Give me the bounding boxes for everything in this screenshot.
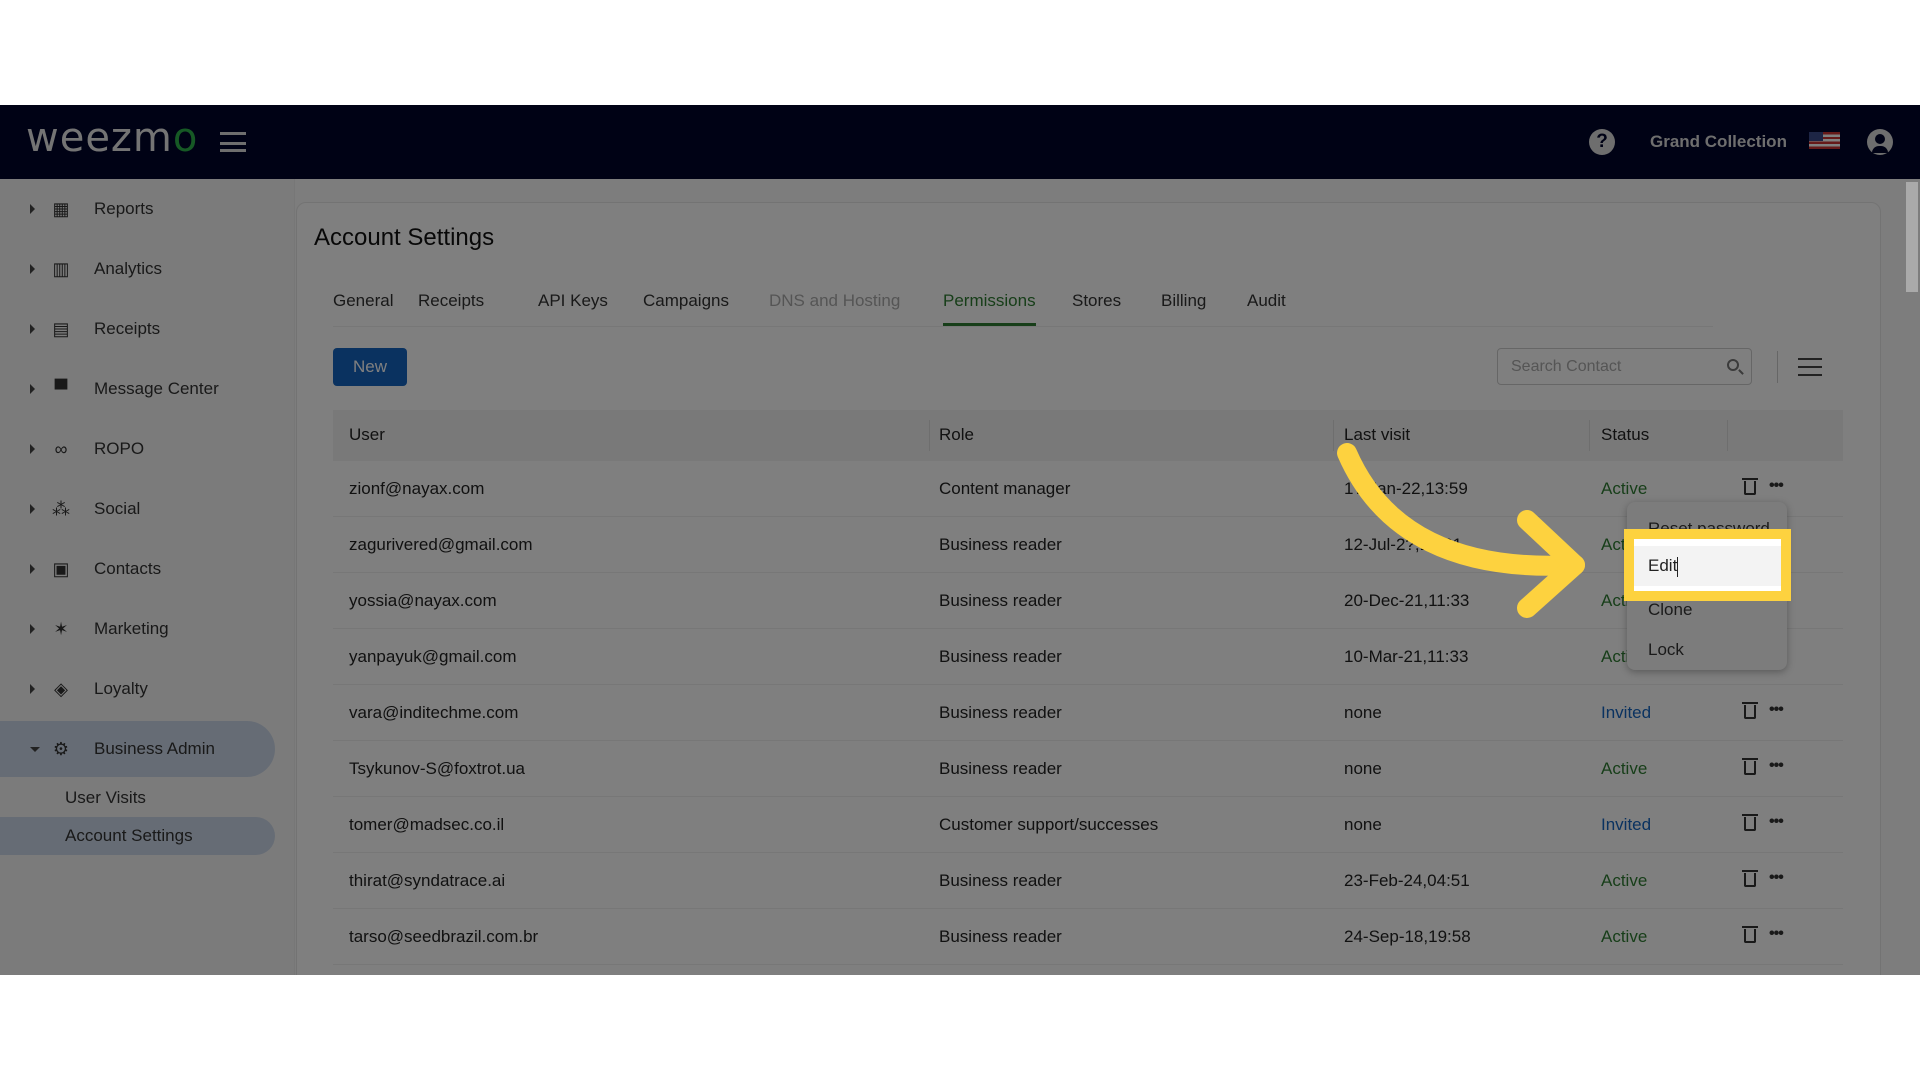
app-frame: weezmo ? Grand Collection ▦Reports▥Analy… <box>0 105 1920 975</box>
arrow-curve <box>1337 443 1585 576</box>
pointer-arrow-annotation <box>1337 443 1585 618</box>
